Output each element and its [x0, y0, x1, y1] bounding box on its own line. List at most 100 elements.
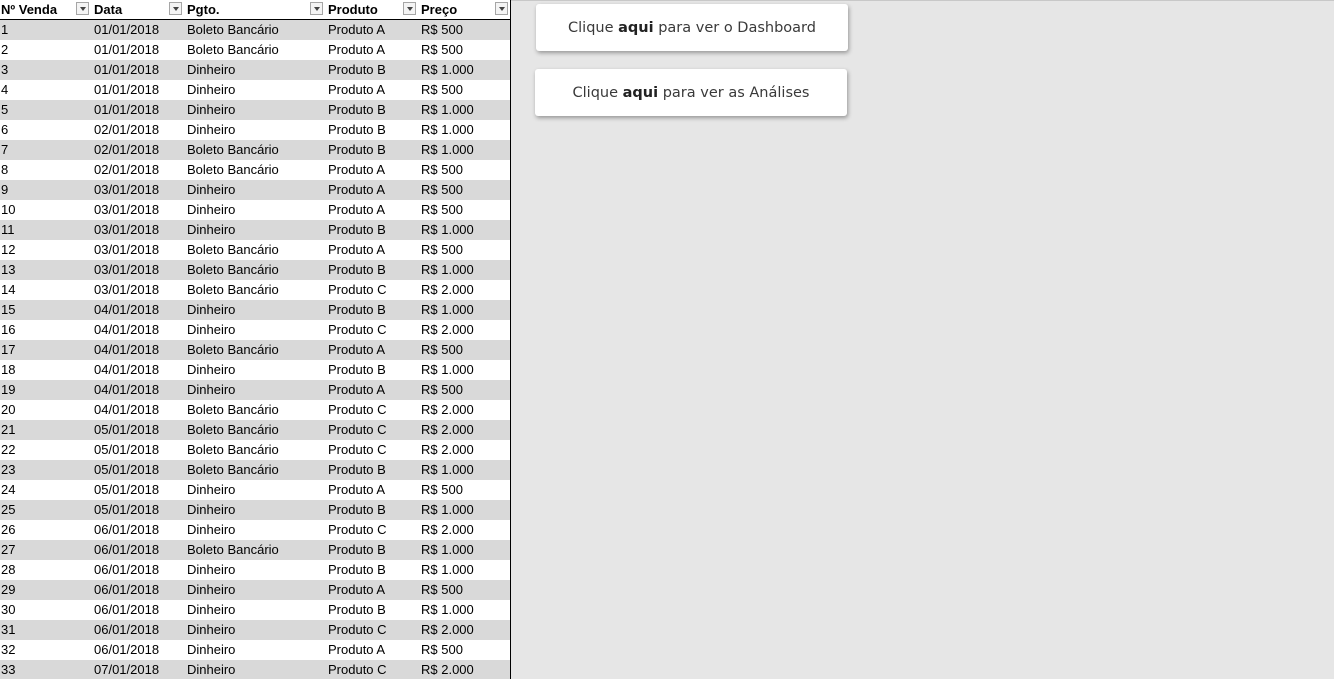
cell-venda[interactable]: 4 — [0, 80, 91, 100]
analises-button[interactable]: Clique aqui para ver as Análises — [535, 69, 847, 116]
cell-data[interactable]: 07/01/2018 — [91, 660, 184, 679]
cell-venda[interactable]: 30 — [0, 600, 91, 620]
filter-dropdown-icon[interactable] — [495, 2, 508, 15]
cell-venda[interactable]: 26 — [0, 520, 91, 540]
cell-produto[interactable]: Produto A — [325, 240, 418, 260]
cell-pgto[interactable]: Dinheiro — [184, 520, 325, 540]
cell-venda[interactable]: 16 — [0, 320, 91, 340]
cell-pgto[interactable]: Boleto Bancário — [184, 540, 325, 560]
cell-venda[interactable]: 1 — [0, 19, 91, 40]
cell-data[interactable]: 03/01/2018 — [91, 280, 184, 300]
cell-data[interactable]: 01/01/2018 — [91, 100, 184, 120]
cell-data[interactable]: 03/01/2018 — [91, 240, 184, 260]
cell-data[interactable]: 05/01/2018 — [91, 500, 184, 520]
cell-venda[interactable]: 15 — [0, 300, 91, 320]
cell-data[interactable]: 06/01/2018 — [91, 560, 184, 580]
cell-data[interactable]: 03/01/2018 — [91, 260, 184, 280]
cell-data[interactable]: 04/01/2018 — [91, 400, 184, 420]
cell-preco[interactable]: R$ 2.000 — [418, 400, 510, 420]
cell-venda[interactable]: 23 — [0, 460, 91, 480]
cell-pgto[interactable]: Boleto Bancário — [184, 420, 325, 440]
cell-data[interactable]: 03/01/2018 — [91, 220, 184, 240]
cell-data[interactable]: 06/01/2018 — [91, 620, 184, 640]
cell-data[interactable]: 04/01/2018 — [91, 340, 184, 360]
cell-pgto[interactable]: Boleto Bancário — [184, 40, 325, 60]
cell-produto[interactable]: Produto C — [325, 280, 418, 300]
cell-data[interactable]: 06/01/2018 — [91, 580, 184, 600]
cell-data[interactable]: 05/01/2018 — [91, 420, 184, 440]
cell-venda[interactable]: 18 — [0, 360, 91, 380]
cell-preco[interactable]: R$ 500 — [418, 80, 510, 100]
cell-venda[interactable]: 21 — [0, 420, 91, 440]
cell-data[interactable]: 05/01/2018 — [91, 480, 184, 500]
filter-dropdown-icon[interactable] — [169, 2, 182, 15]
cell-preco[interactable]: R$ 500 — [418, 480, 510, 500]
cell-pgto[interactable]: Dinheiro — [184, 60, 325, 80]
cell-data[interactable]: 04/01/2018 — [91, 380, 184, 400]
cell-produto[interactable]: Produto B — [325, 260, 418, 280]
cell-produto[interactable]: Produto C — [325, 420, 418, 440]
cell-produto[interactable]: Produto A — [325, 380, 418, 400]
cell-venda[interactable]: 6 — [0, 120, 91, 140]
cell-pgto[interactable]: Dinheiro — [184, 580, 325, 600]
dashboard-button[interactable]: Clique aqui para ver o Dashboard — [536, 4, 848, 51]
cell-venda[interactable]: 7 — [0, 140, 91, 160]
cell-produto[interactable]: Produto A — [325, 19, 418, 40]
cell-pgto[interactable]: Dinheiro — [184, 640, 325, 660]
cell-data[interactable]: 05/01/2018 — [91, 440, 184, 460]
cell-venda[interactable]: 27 — [0, 540, 91, 560]
cell-pgto[interactable]: Dinheiro — [184, 620, 325, 640]
cell-produto[interactable]: Produto B — [325, 360, 418, 380]
cell-preco[interactable]: R$ 500 — [418, 180, 510, 200]
cell-pgto[interactable]: Boleto Bancário — [184, 440, 325, 460]
cell-venda[interactable]: 20 — [0, 400, 91, 420]
cell-data[interactable]: 02/01/2018 — [91, 120, 184, 140]
cell-pgto[interactable]: Dinheiro — [184, 100, 325, 120]
cell-preco[interactable]: R$ 1.000 — [418, 500, 510, 520]
cell-pgto[interactable]: Dinheiro — [184, 200, 325, 220]
cell-preco[interactable]: R$ 500 — [418, 340, 510, 360]
cell-preco[interactable]: R$ 1.000 — [418, 300, 510, 320]
cell-produto[interactable]: Produto A — [325, 580, 418, 600]
cell-produto[interactable]: Produto A — [325, 200, 418, 220]
cell-data[interactable]: 03/01/2018 — [91, 180, 184, 200]
cell-preco[interactable]: R$ 2.000 — [418, 620, 510, 640]
cell-pgto[interactable]: Dinheiro — [184, 220, 325, 240]
cell-venda[interactable]: 22 — [0, 440, 91, 460]
cell-data[interactable]: 01/01/2018 — [91, 40, 184, 60]
cell-venda[interactable]: 12 — [0, 240, 91, 260]
cell-produto[interactable]: Produto B — [325, 500, 418, 520]
cell-pgto[interactable]: Boleto Bancário — [184, 260, 325, 280]
cell-pgto[interactable]: Dinheiro — [184, 320, 325, 340]
cell-data[interactable]: 01/01/2018 — [91, 60, 184, 80]
cell-produto[interactable]: Produto A — [325, 80, 418, 100]
cell-produto[interactable]: Produto A — [325, 40, 418, 60]
cell-preco[interactable]: R$ 2.000 — [418, 660, 510, 679]
cell-preco[interactable]: R$ 500 — [418, 380, 510, 400]
cell-pgto[interactable]: Dinheiro — [184, 480, 325, 500]
cell-preco[interactable]: R$ 2.000 — [418, 280, 510, 300]
cell-preco[interactable]: R$ 500 — [418, 240, 510, 260]
cell-pgto[interactable]: Dinheiro — [184, 500, 325, 520]
cell-preco[interactable]: R$ 1.000 — [418, 260, 510, 280]
cell-pgto[interactable]: Boleto Bancário — [184, 240, 325, 260]
cell-preco[interactable]: R$ 2.000 — [418, 520, 510, 540]
cell-produto[interactable]: Produto B — [325, 460, 418, 480]
cell-preco[interactable]: R$ 1.000 — [418, 560, 510, 580]
cell-data[interactable]: 04/01/2018 — [91, 360, 184, 380]
cell-preco[interactable]: R$ 2.000 — [418, 420, 510, 440]
cell-pgto[interactable]: Dinheiro — [184, 80, 325, 100]
cell-preco[interactable]: R$ 1.000 — [418, 360, 510, 380]
cell-venda[interactable]: 10 — [0, 200, 91, 220]
cell-venda[interactable]: 2 — [0, 40, 91, 60]
cell-pgto[interactable]: Boleto Bancário — [184, 340, 325, 360]
cell-produto[interactable]: Produto B — [325, 140, 418, 160]
cell-data[interactable]: 04/01/2018 — [91, 300, 184, 320]
cell-pgto[interactable]: Boleto Bancário — [184, 19, 325, 40]
cell-venda[interactable]: 29 — [0, 580, 91, 600]
cell-pgto[interactable]: Dinheiro — [184, 180, 325, 200]
cell-data[interactable]: 06/01/2018 — [91, 600, 184, 620]
cell-preco[interactable]: R$ 1.000 — [418, 540, 510, 560]
cell-produto[interactable]: Produto C — [325, 400, 418, 420]
cell-preco[interactable]: R$ 500 — [418, 640, 510, 660]
